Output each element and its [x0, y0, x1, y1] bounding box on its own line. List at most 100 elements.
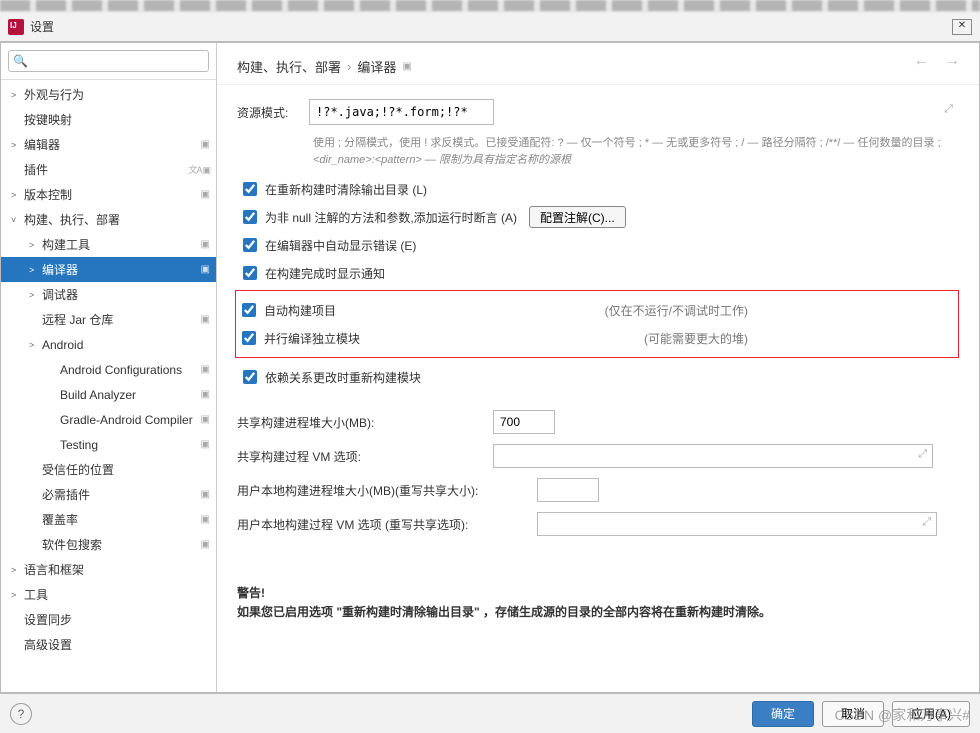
module-tag-icon: ▣: [201, 489, 210, 500]
lang-tag-icon: 文A ▣: [188, 163, 210, 176]
search-input[interactable]: [8, 50, 209, 72]
settings-tree[interactable]: >外观与行为按键映射>编辑器▣插件文A ▣>版本控制▣˅构建、执行、部署>构建工…: [1, 80, 216, 692]
sidebar-item-2[interactable]: >编辑器▣: [1, 132, 216, 157]
module-tag-icon: ▣: [201, 439, 210, 450]
sidebar-item-13[interactable]: Gradle-Android Compiler ▣: [1, 407, 216, 432]
highlighted-options-box: 自动构建项目 (仅在不运行/不调试时工作) 并行编译独立模块 (可能需要更大的堆…: [235, 290, 959, 358]
expand-arrow-icon: >: [29, 290, 42, 300]
sidebar-item-label: 语言和框架: [24, 561, 84, 578]
sidebar: 🔍 >外观与行为按键映射>编辑器▣插件文A ▣>版本控制▣˅构建、执行、部署>构…: [1, 43, 217, 692]
sidebar-item-7[interactable]: >编译器▣: [1, 257, 216, 282]
auto-build-note: (仅在不运行/不调试时工作): [605, 302, 958, 319]
breadcrumb-parent[interactable]: 构建、执行、部署: [237, 57, 341, 76]
search-container: 🔍: [1, 43, 216, 80]
sidebar-item-11[interactable]: Android Configurations ▣: [1, 357, 216, 382]
resource-pattern-input[interactable]: [309, 99, 494, 125]
sidebar-item-9[interactable]: 远程 Jar 仓库 ▣: [1, 307, 216, 332]
dialog-footer: ? 确定 取消 应用(A): [0, 693, 980, 733]
user-heap-input[interactable]: [537, 478, 599, 502]
sidebar-item-4[interactable]: >版本控制▣: [1, 182, 216, 207]
expand-arrow-icon: >: [11, 565, 24, 575]
rebuild-on-dep-checkbox[interactable]: [243, 370, 257, 384]
sidebar-item-10[interactable]: >Android: [1, 332, 216, 357]
sidebar-item-label: 必需插件: [42, 486, 90, 503]
breadcrumb-current: 编译器: [357, 57, 396, 76]
sidebar-item-15[interactable]: 受信任的位置: [1, 457, 216, 482]
ok-button[interactable]: 确定: [752, 701, 814, 727]
form-area: 资源模式: 使用 ; 分隔模式，使用 ! 求反模式。已接受通配符: ? — 仅一…: [217, 85, 979, 692]
sidebar-item-22[interactable]: 高级设置: [1, 632, 216, 657]
title-bar: 设置 ✕: [0, 12, 980, 42]
sidebar-item-label: Android: [42, 338, 83, 352]
module-tag-icon: ▣: [201, 364, 210, 375]
window-title: 设置: [30, 18, 952, 35]
sidebar-item-label: 远程 Jar 仓库: [42, 311, 113, 328]
sidebar-item-label: 工具: [24, 586, 48, 603]
user-vm-label: 用户本地构建过程 VM 选项 (重写共享选项):: [237, 516, 537, 533]
module-tag-icon: ▣: [201, 189, 210, 200]
sidebar-item-5[interactable]: ˅构建、执行、部署: [1, 207, 216, 232]
warning-block: 警告! 如果您已启用选项 "重新构建时清除输出目录" ，存储生成源的目录的全部内…: [237, 584, 959, 622]
sidebar-item-label: Gradle-Android Compiler: [60, 413, 193, 427]
warning-body: 如果您已启用选项 "重新构建时清除输出目录" ，存储生成源的目录的全部内容将在重…: [237, 605, 771, 619]
expand-arrow-icon: >: [29, 240, 42, 250]
sidebar-item-16[interactable]: 必需插件 ▣: [1, 482, 216, 507]
sidebar-item-label: 编辑器: [24, 136, 60, 153]
user-vm-input[interactable]: [537, 512, 937, 536]
expand-arrow-icon: >: [29, 340, 42, 350]
breadcrumb-sep: ›: [347, 59, 351, 74]
apply-button[interactable]: 应用(A): [892, 701, 970, 727]
sidebar-item-3[interactable]: 插件 文A ▣: [1, 157, 216, 182]
sidebar-item-20[interactable]: >工具: [1, 582, 216, 607]
parallel-compile-checkbox[interactable]: [242, 331, 256, 345]
auto-build-label: 自动构建项目: [264, 302, 336, 319]
expand-arrow-icon: >: [29, 265, 42, 275]
show-errors-checkbox[interactable]: [243, 238, 257, 252]
null-assert-checkbox[interactable]: [243, 210, 257, 224]
clear-output-checkbox[interactable]: [243, 182, 257, 196]
vm-options-input[interactable]: [493, 444, 933, 468]
vm-options-label: 共享构建过程 VM 选项:: [237, 448, 493, 465]
settings-dialog: 🔍 >外观与行为按键映射>编辑器▣插件文A ▣>版本控制▣˅构建、执行、部署>构…: [0, 42, 980, 693]
configure-annotations-button[interactable]: 配置注解(C)...: [529, 206, 626, 228]
nav-back-icon[interactable]: ←: [914, 52, 930, 69]
module-tag-icon: ▣: [201, 514, 210, 525]
auto-build-checkbox[interactable]: [242, 303, 256, 317]
sidebar-item-14[interactable]: Testing ▣: [1, 432, 216, 457]
resource-pattern-label: 资源模式:: [237, 104, 309, 121]
sidebar-item-8[interactable]: >调试器: [1, 282, 216, 307]
parallel-compile-label: 并行编译独立模块: [264, 330, 360, 347]
sidebar-item-label: Testing: [60, 438, 98, 452]
warning-title: 警告!: [237, 586, 265, 600]
module-tag-icon: ▣: [201, 314, 210, 325]
module-tag-icon: ▣: [201, 414, 210, 425]
close-button[interactable]: ✕: [952, 19, 972, 35]
heap-size-input[interactable]: [493, 410, 555, 434]
sidebar-item-21[interactable]: 设置同步: [1, 607, 216, 632]
sidebar-item-label: 构建、执行、部署: [24, 211, 120, 228]
pattern-hint: 使用 ; 分隔模式，使用 ! 求反模式。已接受通配符: ? — 仅一个符号 ; …: [313, 135, 959, 168]
sidebar-item-label: Build Analyzer: [60, 388, 136, 402]
sidebar-item-label: Android Configurations: [60, 363, 182, 377]
show-notification-label: 在构建完成时显示通知: [265, 265, 385, 282]
sidebar-item-12[interactable]: Build Analyzer▣: [1, 382, 216, 407]
expand-arrow-icon: >: [11, 590, 24, 600]
sidebar-item-label: 设置同步: [24, 611, 72, 628]
content-panel: 构建、执行、部署 › 编译器 ▣ ← → 资源模式: 使用 ; 分隔模式，使用 …: [217, 43, 979, 692]
sidebar-item-1[interactable]: 按键映射: [1, 107, 216, 132]
sidebar-item-17[interactable]: 覆盖率 ▣: [1, 507, 216, 532]
show-errors-label: 在编辑器中自动显示错误 (E): [265, 237, 416, 254]
sidebar-item-19[interactable]: >语言和框架: [1, 557, 216, 582]
expand-arrow-icon: >: [11, 90, 24, 100]
module-tag-icon: ▣: [201, 239, 210, 250]
sidebar-item-6[interactable]: >构建工具▣: [1, 232, 216, 257]
sidebar-item-label: 插件: [24, 161, 48, 178]
nav-forward-icon[interactable]: →: [944, 52, 960, 69]
show-notification-checkbox[interactable]: [243, 266, 257, 280]
sidebar-item-18[interactable]: 软件包搜索▣: [1, 532, 216, 557]
cancel-button[interactable]: 取消: [822, 701, 884, 727]
help-button[interactable]: ?: [10, 703, 32, 725]
breadcrumb: 构建、执行、部署 › 编译器 ▣: [217, 43, 979, 85]
sidebar-item-label: 覆盖率: [42, 511, 78, 528]
sidebar-item-0[interactable]: >外观与行为: [1, 82, 216, 107]
